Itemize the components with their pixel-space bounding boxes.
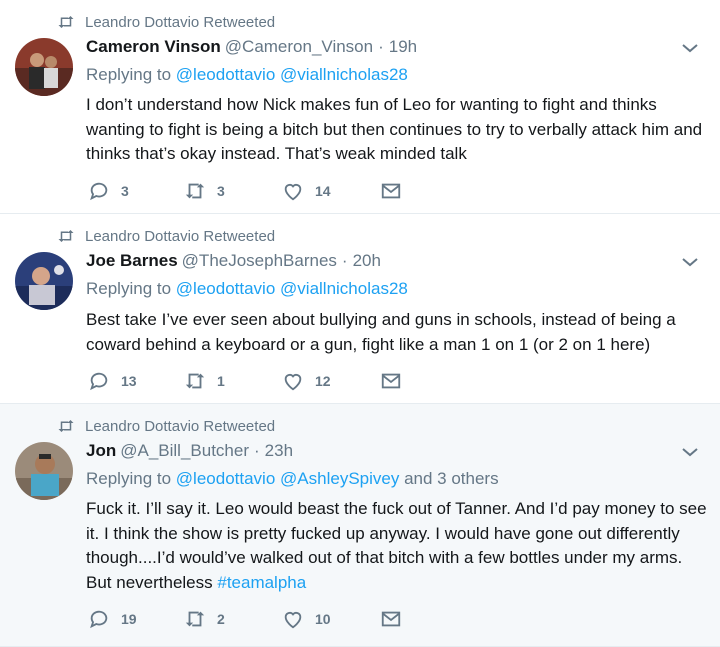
mention-link[interactable]: @viallnicholas28 [280, 65, 408, 84]
replying-to-label: Replying to [86, 279, 172, 298]
like-count: 12 [315, 373, 331, 389]
reply-icon [90, 610, 108, 629]
retweeted-by-label[interactable]: Leandro Dottavio Retweeted [85, 228, 275, 245]
reply-count: 3 [121, 183, 129, 199]
retweet-icon [185, 611, 205, 627]
heart-icon [284, 374, 302, 391]
heart-icon [284, 612, 302, 629]
retweet-count: 2 [217, 611, 225, 627]
retweet-icon [185, 373, 205, 389]
hashtag-link[interactable]: #teamalpha [217, 573, 306, 592]
tweet-actions: 3 3 14 [88, 180, 418, 204]
tweet-text: Best take I’ve ever seen about bullying … [86, 310, 676, 354]
replying-to-label: Replying to [86, 469, 172, 488]
retweet-icon [58, 16, 74, 28]
mention-link[interactable]: @leodottavio [176, 279, 276, 298]
retweet-context: Leandro Dottavio Retweeted [57, 416, 275, 436]
replying-to: Replying to @leodottavio @viallnicholas2… [86, 65, 408, 85]
tweet-text: Fuck it. I’ll say it. Leo would beast th… [86, 497, 711, 595]
tweet-text: I don’t understand how Nick makes fun of… [86, 95, 703, 163]
retweet-button[interactable]: 1 [184, 370, 225, 392]
replying-to-label: Replying to [86, 65, 172, 84]
retweet-context: Leandro Dottavio Retweeted [57, 12, 275, 32]
tweet-actions: 13 1 12 [88, 370, 418, 394]
separator-dot: · [341, 251, 348, 270]
tweet-actions: 19 2 10 [88, 608, 418, 632]
mention-link[interactable]: @leodottavio [176, 469, 276, 488]
tweet[interactable]: Leandro Dottavio Retweeted Cameron Vinso… [0, 0, 720, 214]
avatar[interactable] [15, 442, 73, 500]
reply-count: 19 [121, 611, 137, 627]
chevron-down-icon [682, 448, 698, 457]
retweet-context: Leandro Dottavio Retweeted [57, 226, 275, 246]
retweet-count: 3 [217, 183, 225, 199]
others-label[interactable]: and 3 others [404, 469, 499, 488]
mention-link[interactable]: @viallnicholas28 [280, 279, 408, 298]
reply-button[interactable]: 13 [88, 370, 137, 392]
envelope-icon [381, 611, 401, 627]
avatar[interactable] [15, 38, 73, 96]
retweet-button[interactable]: 3 [184, 180, 225, 202]
separator-dot: · [378, 37, 384, 56]
direct-message-button[interactable] [380, 180, 413, 202]
timestamp[interactable]: 23h [265, 441, 293, 461]
reply-button[interactable]: 3 [88, 180, 129, 202]
like-button[interactable]: 14 [282, 180, 331, 202]
avatar[interactable] [15, 252, 73, 310]
tweet-header: Cameron Vinson @Cameron_Vinson · 19h [86, 36, 417, 58]
display-name[interactable]: Jon [86, 441, 116, 461]
tweet-header: Joe Barnes @TheJosephBarnes · 20h [86, 250, 381, 272]
chevron-down-icon [682, 258, 698, 267]
envelope-icon [381, 373, 401, 389]
replying-to: Replying to @leodottavio @AshleySpivey a… [86, 469, 499, 489]
mention-link[interactable]: @AshleySpivey [280, 469, 399, 488]
timestamp[interactable]: 20h [353, 251, 381, 271]
tweet[interactable]: Leandro Dottavio Retweeted Joe Barnes @T… [0, 214, 720, 404]
like-button[interactable]: 10 [282, 608, 331, 630]
tweet-menu-button[interactable] [680, 38, 700, 58]
avatar-image [15, 38, 73, 96]
heart-icon [284, 184, 302, 201]
direct-message-button[interactable] [380, 608, 413, 630]
display-name[interactable]: Cameron Vinson [86, 37, 221, 57]
reply-button[interactable]: 19 [88, 608, 137, 630]
user-handle[interactable]: @TheJosephBarnes [182, 251, 337, 271]
retweet-icon [185, 183, 205, 199]
display-name[interactable]: Joe Barnes [86, 251, 178, 271]
mention-link[interactable]: @leodottavio [176, 65, 276, 84]
reply-icon [90, 372, 108, 391]
user-handle[interactable]: @A_Bill_Butcher [120, 441, 249, 461]
tweet-menu-button[interactable] [680, 252, 700, 272]
user-handle[interactable]: @Cameron_Vinson [225, 37, 373, 57]
like-button[interactable]: 12 [282, 370, 331, 392]
tweet-header: Jon @A_Bill_Butcher · 23h [86, 440, 293, 462]
avatar-image [15, 252, 73, 310]
retweet-button[interactable]: 2 [184, 608, 225, 630]
retweet-icon [58, 230, 74, 242]
separator-dot: · [254, 441, 260, 460]
reply-icon [90, 182, 108, 201]
tweet-body: Fuck it. I’ll say it. Leo would beast th… [86, 499, 707, 592]
retweeted-by-label[interactable]: Leandro Dottavio Retweeted [85, 14, 275, 31]
reply-count: 13 [121, 373, 137, 389]
avatar-image [15, 442, 73, 500]
tweet[interactable]: Leandro Dottavio Retweeted Jon @A_Bill_B… [0, 404, 720, 647]
timestamp[interactable]: 19h [389, 37, 417, 57]
envelope-icon [381, 183, 401, 199]
replying-to: Replying to @leodottavio @viallnicholas2… [86, 279, 408, 299]
retweet-icon [58, 420, 74, 432]
like-count: 14 [315, 183, 331, 199]
tweet-menu-button[interactable] [680, 442, 700, 462]
chevron-down-icon [682, 44, 698, 53]
retweeted-by-label[interactable]: Leandro Dottavio Retweeted [85, 418, 275, 435]
retweet-count: 1 [217, 373, 225, 389]
like-count: 10 [315, 611, 331, 627]
direct-message-button[interactable] [380, 370, 413, 392]
